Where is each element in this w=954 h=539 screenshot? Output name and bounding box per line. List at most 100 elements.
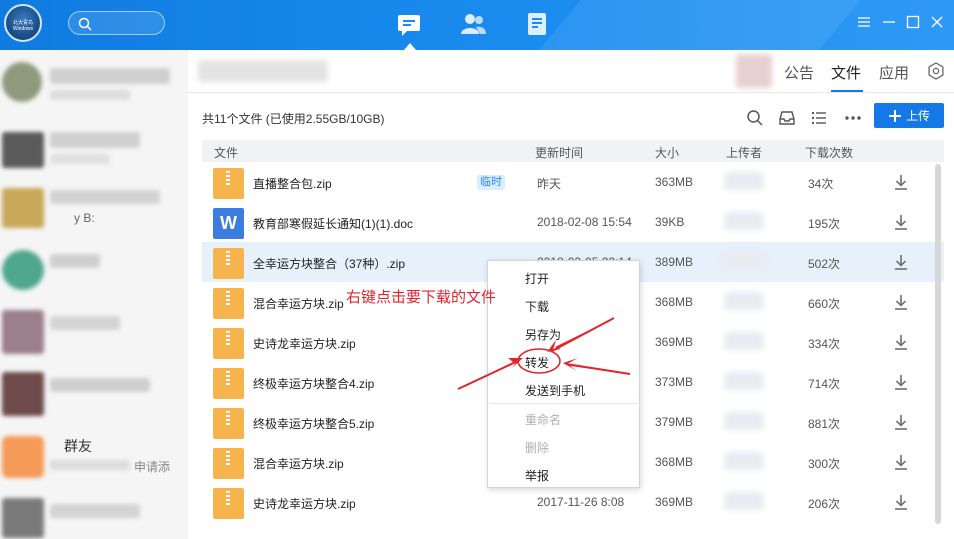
column-header-updated[interactable]: 更新时间 <box>535 144 583 161</box>
menu-item-rename: 重命名 <box>525 413 562 427</box>
conversation-item[interactable] <box>0 368 188 428</box>
file-size: 363MB <box>655 175 694 189</box>
notes-icon[interactable] <box>523 10 551 38</box>
minimize-icon[interactable] <box>881 14 897 30</box>
list-view-icon[interactable] <box>809 108 829 128</box>
conversation-item[interactable]: y B: <box>0 182 188 242</box>
conversation-item[interactable]: 群友 申请添 <box>0 430 188 490</box>
file-size: 368MB <box>655 455 694 469</box>
file-download-count: 206次 <box>808 497 841 511</box>
search-icon[interactable] <box>745 108 765 128</box>
file-uploader-blurred <box>724 212 764 230</box>
contacts-icon[interactable] <box>459 10 487 38</box>
download-icon[interactable] <box>893 453 909 471</box>
file-updated-time: 2018-02-08 15:54 <box>537 215 632 229</box>
file-name[interactable]: 混合幸运方块.zip <box>253 295 344 312</box>
file-name[interactable]: 混合幸运方块.zip <box>253 455 344 472</box>
download-icon[interactable] <box>893 253 909 271</box>
menu-item-delete: 删除 <box>525 441 550 455</box>
annotation-text: 右键点击要下载的文件 <box>346 289 497 306</box>
file-row[interactable]: 史诗龙幸运方块.zip 2017-11-26 8:08 369MB 206次 <box>202 482 944 522</box>
file-name[interactable]: 全幸运方块整合（37种）.zip <box>253 255 405 272</box>
group-avatar-blurred <box>736 54 772 88</box>
menu-separator <box>489 403 640 404</box>
zip-file-icon <box>213 488 244 519</box>
download-icon[interactable] <box>893 173 909 191</box>
conversation-item[interactable] <box>0 120 188 180</box>
file-size: 369MB <box>655 335 694 349</box>
file-uploader-blurred <box>724 332 764 350</box>
conversation-item[interactable] <box>0 306 188 366</box>
inbox-icon[interactable] <box>777 108 797 128</box>
download-icon[interactable] <box>893 493 909 511</box>
download-icon[interactable] <box>893 413 909 431</box>
tab-announcements[interactable]: 公告 <box>784 62 814 83</box>
zip-file-icon <box>213 288 244 319</box>
column-header-downloads[interactable]: 下载次数 <box>805 144 853 161</box>
column-header-name[interactable]: 文件 <box>214 144 238 161</box>
zip-file-icon <box>213 368 244 399</box>
file-size: 379MB <box>655 415 694 429</box>
file-download-count: 334次 <box>808 337 841 351</box>
group-name-blurred <box>198 60 328 82</box>
file-row[interactable]: W 教育部寒假延长通知(1)(1).doc 2018-02-08 15:54 39KB… <box>202 202 944 242</box>
scrollbar[interactable] <box>934 162 942 539</box>
column-header-uploader[interactable]: 上传者 <box>726 144 762 161</box>
menu-icon[interactable] <box>856 14 872 30</box>
chat-icon[interactable] <box>396 10 424 38</box>
conversation-item[interactable] <box>0 492 188 539</box>
file-count-summary: 共11个文件 (已使用2.55GB/10GB) <box>202 112 385 126</box>
download-icon[interactable] <box>893 293 909 311</box>
file-name[interactable]: 终极幸运方块整合5.zip <box>253 415 374 432</box>
file-download-count: 34次 <box>808 177 834 191</box>
avatar-caption: 北大青鸟 Windows <box>12 20 34 32</box>
search-input[interactable] <box>68 11 165 35</box>
file-uploader-blurred <box>724 292 764 310</box>
download-icon[interactable] <box>893 333 909 351</box>
scrollbar-thumb[interactable] <box>935 164 941 524</box>
file-download-count: 881次 <box>808 417 841 431</box>
context-menu: 打开 下载 另存为 转发 发送到手机 重命名 删除 举报 <box>487 260 640 488</box>
more-icon[interactable] <box>843 108 863 128</box>
file-size: 389MB <box>655 255 694 269</box>
file-updated-time: 2017-11-26 8:08 <box>537 495 625 509</box>
file-name[interactable]: 终极幸运方块整合4.zip <box>253 375 374 392</box>
settings-icon[interactable] <box>927 62 945 80</box>
close-icon[interactable] <box>929 14 945 30</box>
download-icon[interactable] <box>893 373 909 391</box>
file-download-count: 195次 <box>808 217 841 231</box>
menu-item-send-to-phone[interactable]: 发送到手机 <box>525 382 585 399</box>
column-header-size[interactable]: 大小 <box>655 144 679 161</box>
conversation-item[interactable] <box>0 58 188 118</box>
title-bar: 北大青鸟 Windows <box>0 0 954 50</box>
file-row[interactable]: 直播整合包.zip 临时 昨天 363MB 34次 <box>202 162 944 202</box>
plus-icon <box>888 109 901 122</box>
user-avatar[interactable]: 北大青鸟 Windows <box>4 4 42 42</box>
file-name[interactable]: 史诗龙幸运方块.zip <box>253 495 356 512</box>
menu-item-download[interactable]: 下载 <box>525 298 549 315</box>
menu-item-open[interactable]: 打开 <box>525 270 549 287</box>
active-tab-indicator <box>404 43 416 50</box>
file-name[interactable]: 教育部寒假延长通知(1)(1).doc <box>253 215 413 232</box>
conversation-item[interactable] <box>0 244 188 304</box>
tab-files[interactable]: 文件 <box>831 62 861 83</box>
file-name[interactable]: 史诗龙幸运方块.zip <box>253 335 356 352</box>
conversation-preview: y B: <box>74 211 95 225</box>
tab-apps[interactable]: 应用 <box>879 62 909 83</box>
file-size: 39KB <box>655 215 685 229</box>
upload-button[interactable]: 上传 <box>874 103 944 128</box>
file-name[interactable]: 直播整合包.zip <box>253 175 332 192</box>
upload-label: 上传 <box>905 109 930 123</box>
file-table-header: 文件 更新时间 大小 上传者 下载次数 <box>202 140 944 162</box>
zip-file-icon <box>213 448 244 479</box>
download-icon[interactable] <box>893 213 909 231</box>
file-size: 369MB <box>655 495 694 509</box>
file-size: 373MB <box>655 375 694 389</box>
menu-item-forward[interactable]: 转发 <box>525 354 549 371</box>
file-uploader-blurred <box>724 252 764 270</box>
maximize-icon[interactable] <box>905 14 921 30</box>
conversation-list[interactable]: y B: 群友 申请添 <box>0 50 188 539</box>
temporary-badge: 临时 <box>477 175 505 190</box>
menu-item-report[interactable]: 举报 <box>525 467 549 484</box>
menu-item-save-as[interactable]: 另存为 <box>525 326 561 343</box>
